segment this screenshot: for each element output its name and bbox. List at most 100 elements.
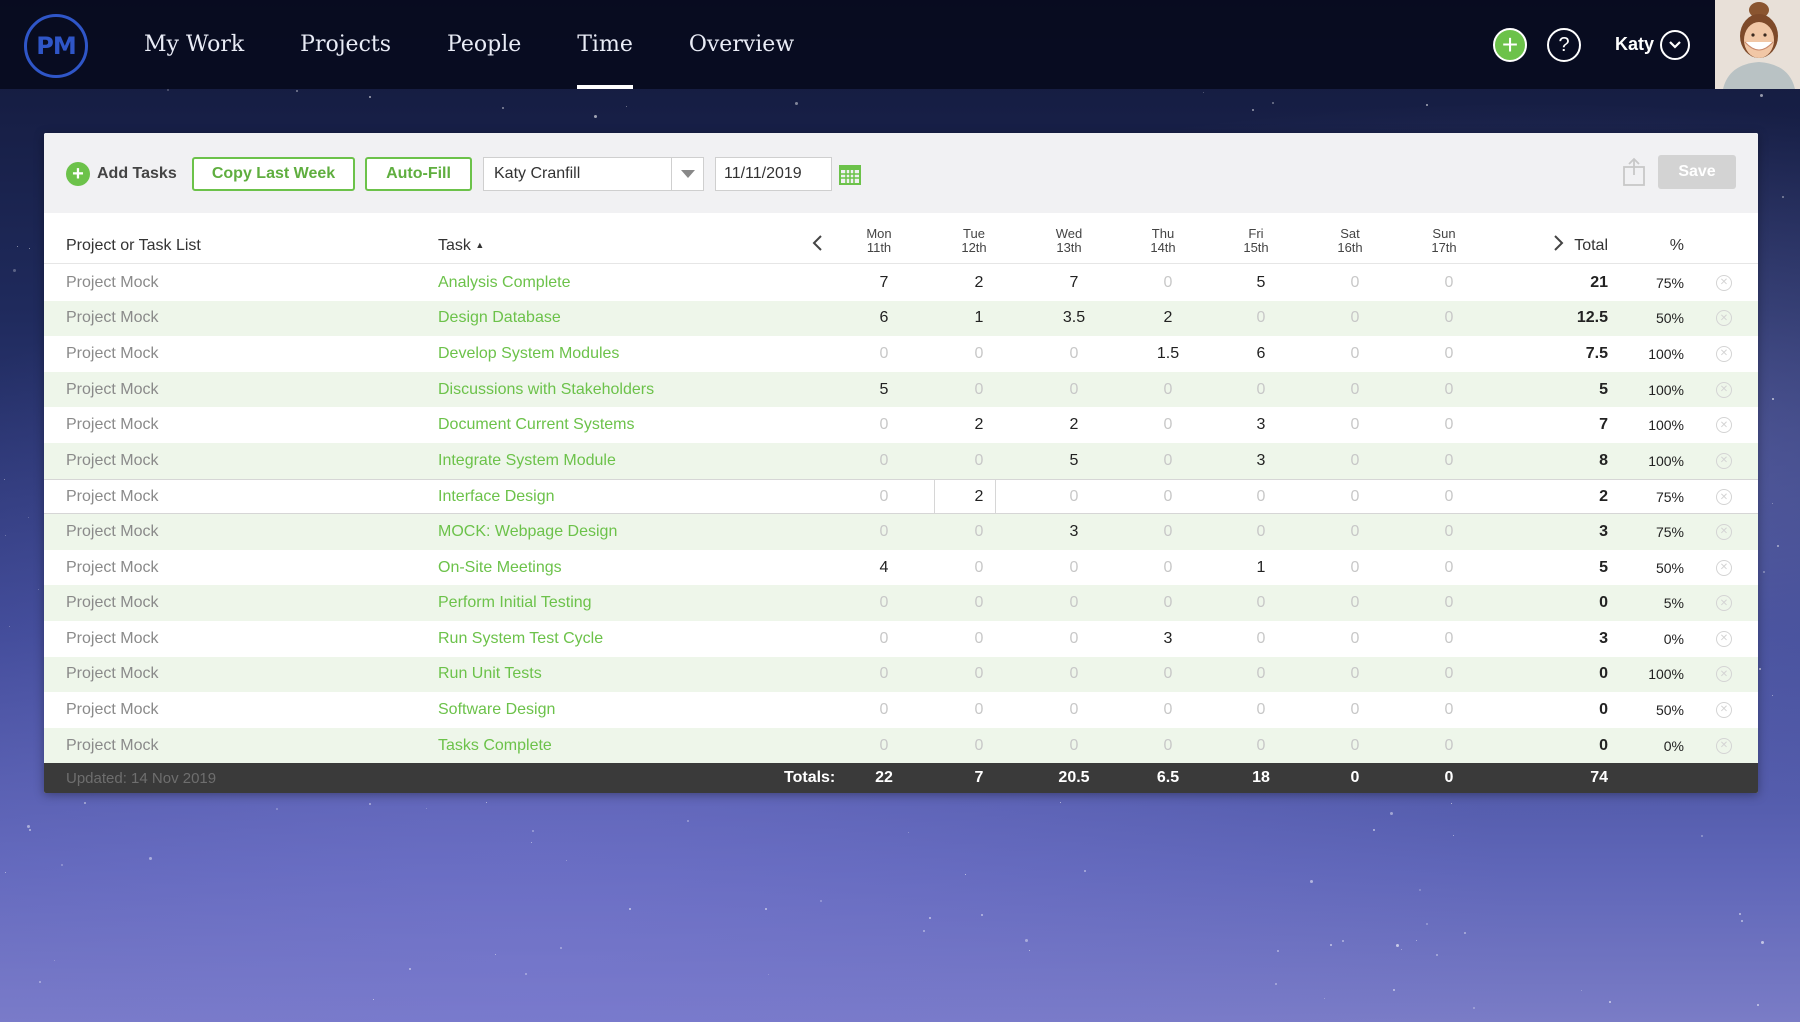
hours-cell-mon[interactable]: 5	[854, 372, 914, 408]
hours-cell-mon[interactable]: 6	[854, 301, 914, 337]
hours-cell-thu[interactable]: 0	[1138, 728, 1198, 764]
row-percent[interactable]: 100%	[1624, 407, 1684, 443]
hours-cell-thu[interactable]: 0	[1138, 480, 1198, 516]
hours-cell-fri[interactable]: 0	[1231, 728, 1291, 764]
remove-row-icon[interactable]: ✕	[1716, 666, 1732, 683]
hours-cell-sat[interactable]: 0	[1325, 621, 1385, 657]
hours-cell-thu[interactable]: 0	[1138, 407, 1198, 443]
hours-cell-wed[interactable]: 0	[1044, 728, 1104, 764]
hours-cell-wed[interactable]: 0	[1044, 480, 1104, 516]
hours-cell-wed[interactable]: 0	[1044, 621, 1104, 657]
hours-cell-mon[interactable]: 0	[854, 692, 914, 728]
hours-cell-thu[interactable]: 0	[1138, 443, 1198, 479]
hours-cell-sat[interactable]: 0	[1325, 336, 1385, 372]
add-tasks-button[interactable]: + Add Tasks	[66, 162, 177, 186]
row-percent[interactable]: 75%	[1624, 480, 1684, 516]
hours-cell-wed[interactable]: 0	[1044, 372, 1104, 408]
hours-cell-thu[interactable]: 2	[1138, 301, 1198, 337]
task-link[interactable]: Interface Design	[438, 480, 798, 516]
task-link[interactable]: Run System Test Cycle	[438, 621, 798, 657]
hours-cell-tue[interactable]: 0	[949, 443, 1009, 479]
task-column-header[interactable]: Task ▲	[438, 237, 484, 255]
hours-cell-tue[interactable]: 0	[949, 550, 1009, 586]
project-column-header[interactable]: Project or Task List	[66, 237, 201, 255]
hours-cell-sun[interactable]: 0	[1419, 407, 1479, 443]
hours-cell-tue[interactable]: 0	[949, 728, 1009, 764]
hours-cell-sat[interactable]: 0	[1325, 443, 1385, 479]
hours-cell-thu[interactable]: 0	[1138, 514, 1198, 550]
hours-cell-sat[interactable]: 0	[1325, 301, 1385, 337]
hours-cell-sun[interactable]: 0	[1419, 657, 1479, 693]
row-percent[interactable]: 5%	[1624, 585, 1684, 621]
hours-cell-thu[interactable]: 1.5	[1138, 336, 1198, 372]
hours-cell-fri[interactable]: 0	[1231, 480, 1291, 516]
hours-cell-sat[interactable]: 0	[1325, 692, 1385, 728]
hours-cell-tue[interactable]: 0	[949, 585, 1009, 621]
hours-cell-wed[interactable]: 0	[1044, 692, 1104, 728]
remove-row-icon[interactable]: ✕	[1716, 523, 1732, 540]
hours-cell-sun[interactable]: 0	[1419, 480, 1479, 516]
hours-cell-tue[interactable]: 0	[949, 657, 1009, 693]
hours-cell-fri[interactable]: 0	[1231, 372, 1291, 408]
user-menu-name[interactable]: Katy	[1615, 34, 1654, 55]
remove-row-icon[interactable]: ✕	[1716, 489, 1732, 506]
remove-row-icon[interactable]: ✕	[1716, 630, 1732, 647]
week-date-input[interactable]: 11/11/2019	[715, 157, 832, 191]
hours-cell-mon[interactable]: 0	[854, 480, 914, 516]
hours-cell-tue[interactable]: 0	[949, 514, 1009, 550]
task-link[interactable]: Analysis Complete	[438, 265, 798, 301]
hours-cell-mon[interactable]: 0	[854, 407, 914, 443]
task-link[interactable]: Document Current Systems	[438, 407, 798, 443]
hours-cell-sun[interactable]: 0	[1419, 585, 1479, 621]
row-percent[interactable]: 75%	[1624, 514, 1684, 550]
task-link[interactable]: Perform Initial Testing	[438, 585, 798, 621]
hours-cell-thu[interactable]: 0	[1138, 657, 1198, 693]
hours-cell-sun[interactable]: 0	[1419, 336, 1479, 372]
row-percent[interactable]: 50%	[1624, 692, 1684, 728]
hours-cell-tue[interactable]: 0	[949, 336, 1009, 372]
task-link[interactable]: Tasks Complete	[438, 728, 798, 764]
hours-cell-wed[interactable]: 0	[1044, 550, 1104, 586]
task-link[interactable]: Run Unit Tests	[438, 657, 798, 693]
hours-cell-tue[interactable]: 1	[949, 301, 1009, 337]
hours-cell-sun[interactable]: 0	[1419, 372, 1479, 408]
nav-projects[interactable]: Projects	[300, 0, 391, 89]
hours-cell-thu[interactable]: 0	[1138, 265, 1198, 301]
remove-row-icon[interactable]: ✕	[1716, 595, 1732, 612]
hours-cell-wed[interactable]: 0	[1044, 657, 1104, 693]
previous-week-icon[interactable]	[808, 233, 828, 253]
hours-cell-thu[interactable]: 0	[1138, 585, 1198, 621]
hours-cell-fri[interactable]: 0	[1231, 514, 1291, 550]
plus-circle-icon[interactable]: +	[1493, 28, 1527, 62]
save-button[interactable]: Save	[1658, 155, 1736, 189]
hours-cell-fri[interactable]: 3	[1231, 407, 1291, 443]
hours-cell-sat[interactable]: 0	[1325, 514, 1385, 550]
hours-cell-fri[interactable]: 1	[1231, 550, 1291, 586]
hours-cell-thu[interactable]: 0	[1138, 550, 1198, 586]
hours-cell-sat[interactable]: 0	[1325, 728, 1385, 764]
hours-cell-sat[interactable]: 0	[1325, 265, 1385, 301]
hours-cell-fri[interactable]: 0	[1231, 657, 1291, 693]
remove-row-icon[interactable]: ✕	[1716, 737, 1732, 754]
hours-cell-wed[interactable]: 3.5	[1044, 301, 1104, 337]
row-percent[interactable]: 0%	[1624, 621, 1684, 657]
hours-cell-sun[interactable]: 0	[1419, 443, 1479, 479]
hours-cell-sun[interactable]: 0	[1419, 692, 1479, 728]
hours-cell-sat[interactable]: 0	[1325, 480, 1385, 516]
remove-row-icon[interactable]: ✕	[1716, 274, 1732, 291]
row-percent[interactable]: 100%	[1624, 657, 1684, 693]
hours-cell-wed[interactable]: 3	[1044, 514, 1104, 550]
hours-cell-tue[interactable]: 0	[949, 692, 1009, 728]
hours-cell-sat[interactable]: 0	[1325, 550, 1385, 586]
remove-row-icon[interactable]: ✕	[1716, 417, 1732, 434]
hours-cell-fri[interactable]: 6	[1231, 336, 1291, 372]
hours-cell-fri[interactable]: 3	[1231, 443, 1291, 479]
remove-row-icon[interactable]: ✕	[1716, 452, 1732, 469]
task-link[interactable]: Integrate System Module	[438, 443, 798, 479]
hours-cell-sun[interactable]: 0	[1419, 621, 1479, 657]
hours-cell-mon[interactable]: 0	[854, 336, 914, 372]
task-link[interactable]: Design Database	[438, 301, 798, 337]
remove-row-icon[interactable]: ✕	[1716, 345, 1732, 362]
hours-cell-sun[interactable]: 0	[1419, 728, 1479, 764]
task-link[interactable]: Software Design	[438, 692, 798, 728]
